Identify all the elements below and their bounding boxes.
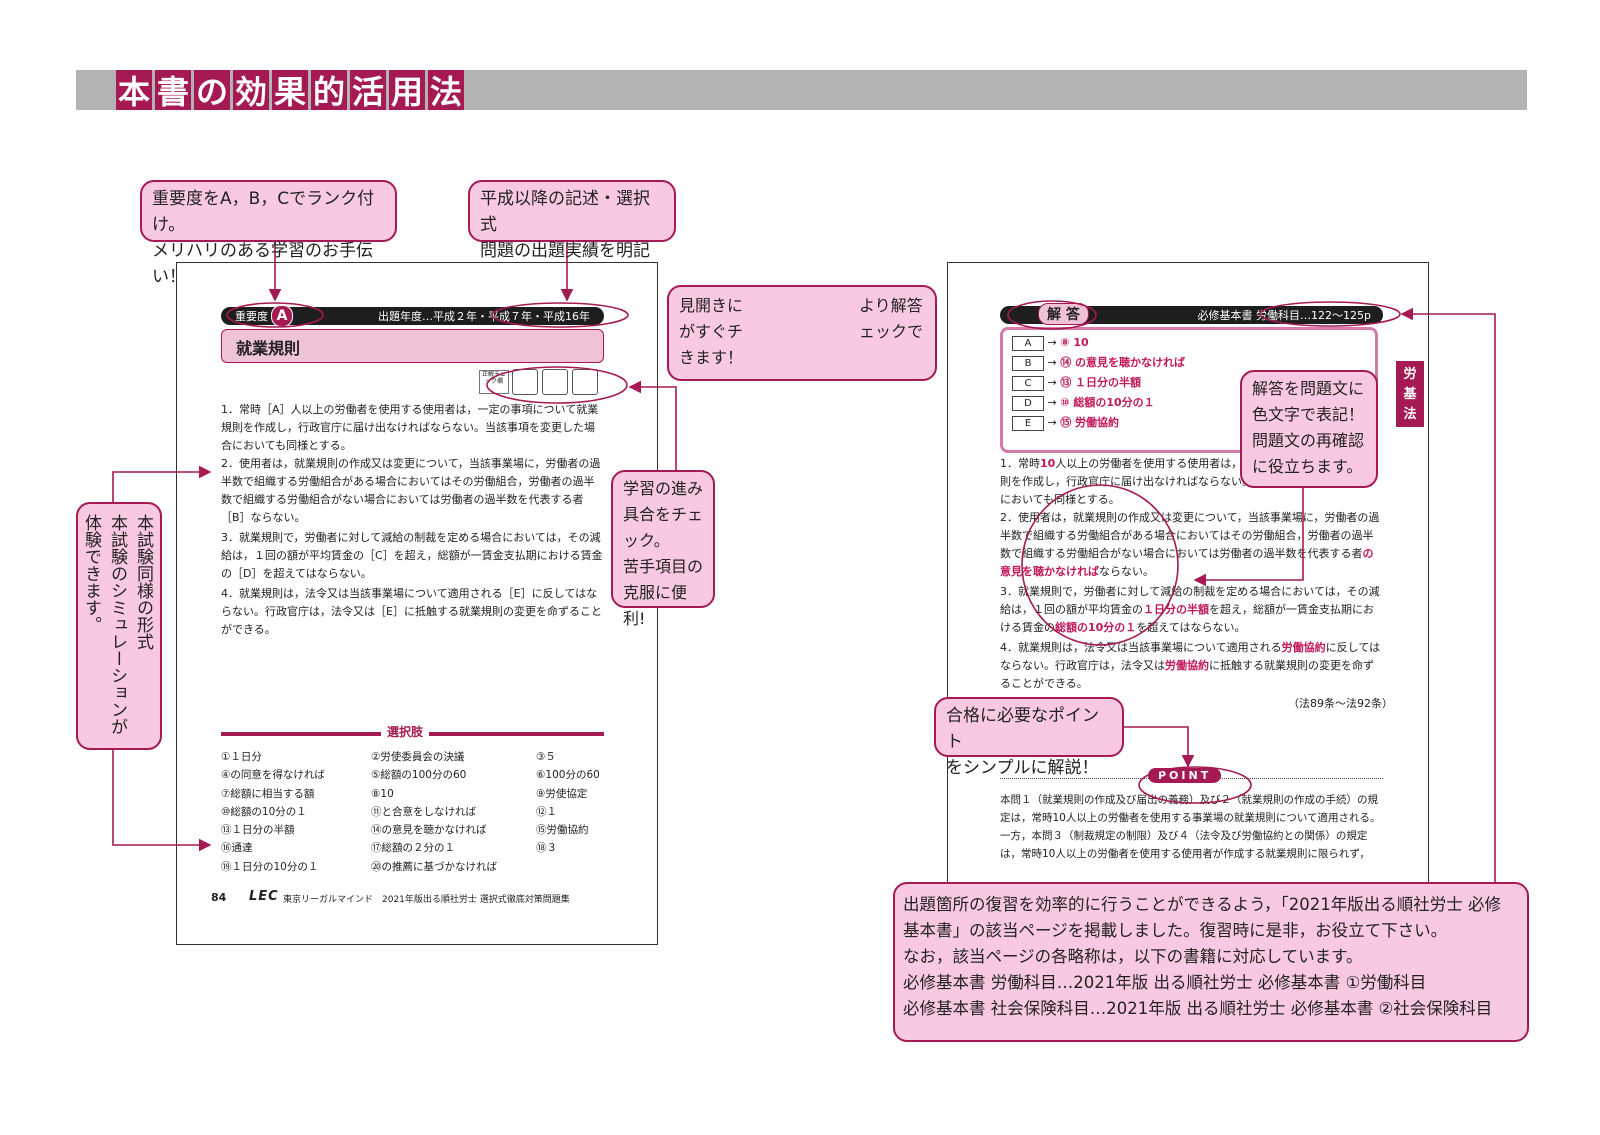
callout-line: 重要度をA，B，Cでランク付け。 [152, 189, 375, 235]
callout-line: 本試験同様の形式 [133, 514, 153, 650]
callout-line: 体験できます。 [81, 514, 101, 633]
callout-line: ック。 [623, 531, 670, 550]
callout-progress-check: 学習の進み 具合をチェ ック。 苦手項目の 克服に便利! [611, 470, 715, 628]
callout-line: より解答 [859, 296, 923, 315]
callout-line: に役立ちます。 [1252, 457, 1363, 476]
callout-line: がすぐチ [679, 322, 744, 341]
callout-line: メリハリのある学習のお手伝い！ [152, 241, 373, 287]
callout-line: をシンプルに解説！ [946, 758, 1099, 778]
callout-line: なお，該当ページの各略称は，以下の書籍に対応しています。 [903, 947, 1363, 966]
callout-line: きます！ [679, 348, 744, 367]
callout-line: 見開きに [679, 296, 744, 315]
callout-exam-history: 平成以降の記述・選択式 問題の出題実績を明記 [468, 180, 676, 261]
callout-line: 色文字で表記！ [1252, 405, 1365, 424]
callout-line: 学習の進み [623, 479, 704, 498]
callout-line: 必修基本書 労働科目…2021年版 出る順社労士 必修基本書 ①労働科目 [903, 973, 1427, 992]
callout-line: 克服に便利! [623, 583, 688, 628]
callout-line: 必修基本書 社会保険科目…2021年版 出る順社労士 必修基本書 ②社会保険科目 [903, 999, 1493, 1018]
callout-line: 合格に必要なポイント [946, 706, 1099, 752]
callout-simulation: 本試験同様の形式 本試験のシミュレーションが 体験できます。 [76, 502, 162, 750]
callout-spread: 見開きに より解答 がすぐチ ェックで きます！ [667, 285, 937, 381]
callout-book-reference: 出題箇所の復習を効率的に行うことができるよう，「2021年版出る順社労士 必修 … [893, 882, 1529, 1042]
callout-line: 基本書」の該当ページを掲載しました。復習時に是非，お役立て下さい。 [903, 921, 1448, 940]
callout-line: 具合をチェ [623, 505, 704, 524]
callout-line: 本試験のシミュレーションが [107, 514, 127, 735]
callout-line: ェックで [859, 322, 924, 341]
callout-line: 平成以降の記述・選択式 [480, 189, 650, 235]
callout-line: 苦手項目の [623, 557, 704, 576]
callout-answer-color: 解答を問題文に 色文字で表記！ 問題文の再確認 に役立ちます。 [1240, 370, 1378, 488]
callout-line: 出題箇所の復習を効率的に行うことができるよう，「2021年版出る順社労士 必修 [903, 895, 1502, 914]
callout-point: 合格に必要なポイント をシンプルに解説！ [934, 697, 1124, 778]
callout-line: 問題の出題実績を明記 [480, 241, 650, 261]
callout-line: 解答を問題文に [1252, 379, 1365, 398]
callout-line: 問題文の再確認 [1252, 431, 1365, 450]
callout-importance-rank: 重要度をA，B，Cでランク付け。 メリハリのある学習のお手伝い！ [140, 180, 397, 287]
